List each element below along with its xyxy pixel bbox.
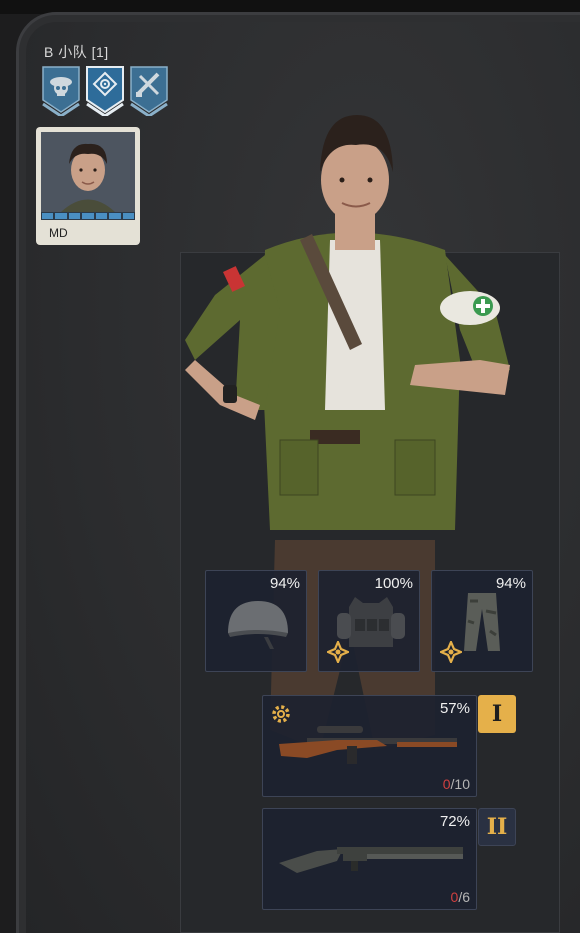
- shotgun-icon: [279, 847, 463, 873]
- role-badge-skull[interactable]: [42, 66, 80, 116]
- squad-title: B 小队 [1]: [44, 44, 109, 60]
- primary-slot-tag[interactable]: I: [478, 695, 516, 733]
- member-class-label: MD: [49, 226, 68, 240]
- squad-member-card[interactable]: MD: [36, 127, 140, 245]
- role-selector: [42, 66, 168, 116]
- sniper-rifle-icon: [279, 726, 457, 764]
- secondary-durability: 72%: [439, 813, 470, 830]
- helmet-icon: [228, 601, 288, 649]
- member-health-bar: [41, 212, 135, 220]
- crossed-guns-icon: [130, 66, 168, 116]
- armor-slot-helmet[interactable]: 94%: [205, 570, 307, 672]
- member-portrait: [41, 132, 135, 212]
- vest-durability: 100%: [374, 575, 413, 592]
- crosshair-icon: [86, 66, 124, 116]
- role-badge-guns[interactable]: [130, 66, 168, 116]
- pants-durability: 94%: [495, 575, 526, 592]
- armor-slot-pants[interactable]: 94%: [431, 570, 533, 672]
- mod-gear-icon: [440, 641, 462, 663]
- helmet-durability: 94%: [269, 575, 300, 592]
- secondary-ammo: 0/6: [450, 889, 470, 905]
- pants-icon: [464, 593, 500, 651]
- primary-ammo: 0/10: [442, 776, 470, 792]
- mod-gear-icon: [327, 641, 349, 663]
- skull-helmet-icon: [42, 66, 80, 116]
- weapon-slot-primary[interactable]: 57% 0/10: [262, 695, 477, 797]
- role-badge-crosshair[interactable]: [86, 66, 124, 116]
- avatar: [41, 132, 135, 212]
- weapon-slot-secondary[interactable]: 72% 0/6: [262, 808, 477, 910]
- armor-slot-vest[interactable]: 100%: [318, 570, 420, 672]
- secondary-slot-tag[interactable]: II: [478, 808, 516, 846]
- primary-durability: 57%: [439, 700, 470, 717]
